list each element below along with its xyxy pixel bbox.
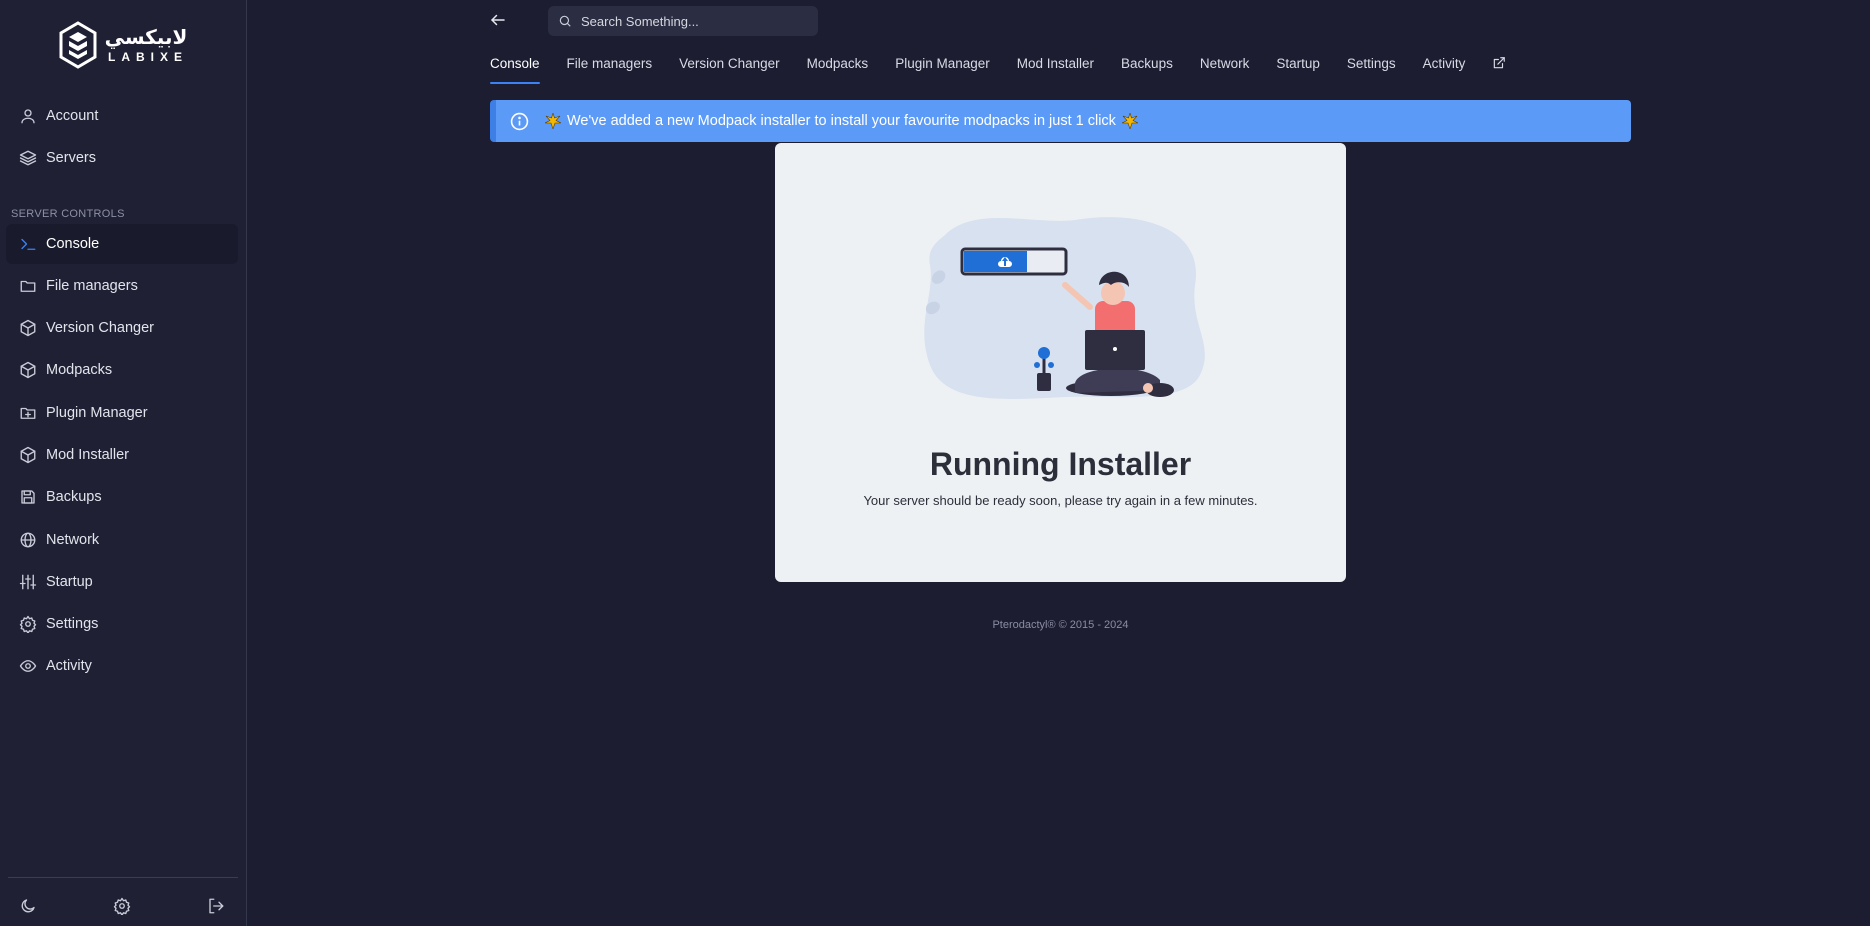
sidebar-item-label: File managers (46, 278, 138, 294)
sidebar-item-servers[interactable]: Servers (6, 138, 238, 178)
sidebar-item-label: Servers (46, 150, 96, 166)
sidebar-item-label: Console (46, 236, 100, 252)
search-bar[interactable] (548, 6, 818, 36)
sidebar-item-startup[interactable]: Startup (6, 562, 238, 602)
sidebar-item-label: Plugin Manager (46, 405, 148, 421)
tab-settings[interactable]: Settings (1347, 56, 1396, 86)
brand-arabic-name: لابيكسي (104, 25, 188, 49)
back-button[interactable] (489, 11, 511, 33)
tab-mod-installer[interactable]: Mod Installer (1017, 56, 1094, 86)
sidebar-item-modpacks[interactable]: Modpacks (6, 350, 238, 390)
layers-icon (19, 149, 37, 167)
sidebar-item-console[interactable]: Console (6, 224, 238, 264)
sidebar-item-label: Account (46, 108, 99, 124)
info-icon (510, 112, 529, 130)
tab-file-managers[interactable]: File managers (567, 56, 653, 86)
announcement-banner: We've added a new Modpack installer to i… (490, 100, 1631, 142)
status-title: Running Installer (929, 446, 1192, 482)
sidebar-item-network[interactable]: Network (6, 520, 238, 560)
sidebar-item-label: Settings (46, 616, 99, 632)
gear-icon (19, 615, 37, 633)
folder-plus-icon (19, 404, 37, 422)
sidebar-item-label: Modpacks (46, 362, 113, 378)
eye-icon (19, 657, 37, 675)
sparkle-icon (1121, 113, 1138, 129)
sidebar-item-account[interactable]: Account (6, 96, 238, 136)
sidebar-divider (8, 877, 238, 878)
server-tabs: Console File managers Version Changer Mo… (490, 56, 1508, 86)
terminal-icon (19, 235, 37, 253)
brand-latin-name: LABIXE (107, 50, 188, 64)
sidebar-item-settings[interactable]: Settings (6, 604, 238, 644)
globe-icon (19, 531, 37, 549)
logout-button[interactable] (207, 897, 229, 919)
sidebar-item-mod-installer[interactable]: Mod Installer (6, 435, 238, 475)
sidebar-item-label: Network (46, 532, 100, 548)
sidebar-item-label: Backups (46, 489, 102, 505)
search-input[interactable] (581, 13, 801, 29)
box-icon (19, 319, 37, 337)
installer-status-card: Running Installer Your server should be … (775, 143, 1346, 582)
tab-startup[interactable]: Startup (1276, 56, 1320, 86)
logout-icon (209, 898, 224, 914)
sliders-icon (19, 573, 37, 591)
folder-icon (19, 277, 37, 295)
status-subtitle: Your server should be ready soon, please… (863, 493, 1258, 508)
moon-icon (21, 899, 35, 913)
save-icon (19, 488, 37, 506)
user-icon (19, 107, 37, 125)
sidebar-item-file-managers[interactable]: File managers (6, 266, 238, 306)
sidebar-item-label: Startup (46, 574, 93, 590)
sparkle-icon (545, 113, 561, 129)
sidebar-item-version-changer[interactable]: Version Changer (6, 308, 238, 348)
sidebar-item-plugin-manager[interactable]: Plugin Manager (6, 393, 238, 433)
announcement-text: We've added a new Modpack installer to i… (567, 113, 1116, 129)
arrow-left-icon (491, 14, 505, 26)
external-link-icon[interactable] (1492, 56, 1508, 72)
box-icon (19, 446, 37, 464)
tab-console[interactable]: Console (490, 56, 540, 86)
tab-version-changer[interactable]: Version Changer (679, 56, 780, 86)
tab-plugin-manager[interactable]: Plugin Manager (895, 56, 990, 86)
gear-icon (113, 897, 131, 916)
logo-icon (59, 21, 97, 69)
sidebar-item-label: Mod Installer (46, 447, 130, 463)
tab-modpacks[interactable]: Modpacks (807, 56, 869, 86)
section-label-server-controls: SERVER CONTROLS (11, 208, 125, 220)
theme-toggle-button[interactable] (19, 897, 41, 919)
tab-network[interactable]: Network (1200, 56, 1250, 86)
sidebar-item-activity[interactable]: Activity (6, 646, 238, 686)
box-icon (19, 361, 37, 379)
sidebar-item-label: Activity (46, 658, 92, 674)
sidebar-item-backups[interactable]: Backups (6, 477, 238, 517)
search-icon (559, 15, 571, 27)
settings-button[interactable] (113, 897, 135, 919)
sidebar-item-label: Version Changer (46, 320, 155, 336)
footer-copyright: Pterodactyl® © 2015 - 2024 (992, 619, 1129, 631)
brand-logo[interactable]: لابيكسي LABIXE (58, 18, 188, 72)
sidebar: لابيكسي LABIXE Account Servers SERVER CO… (0, 0, 247, 926)
tab-activity[interactable]: Activity (1423, 56, 1466, 86)
tab-backups[interactable]: Backups (1121, 56, 1173, 86)
installer-illustration (924, 217, 1205, 399)
